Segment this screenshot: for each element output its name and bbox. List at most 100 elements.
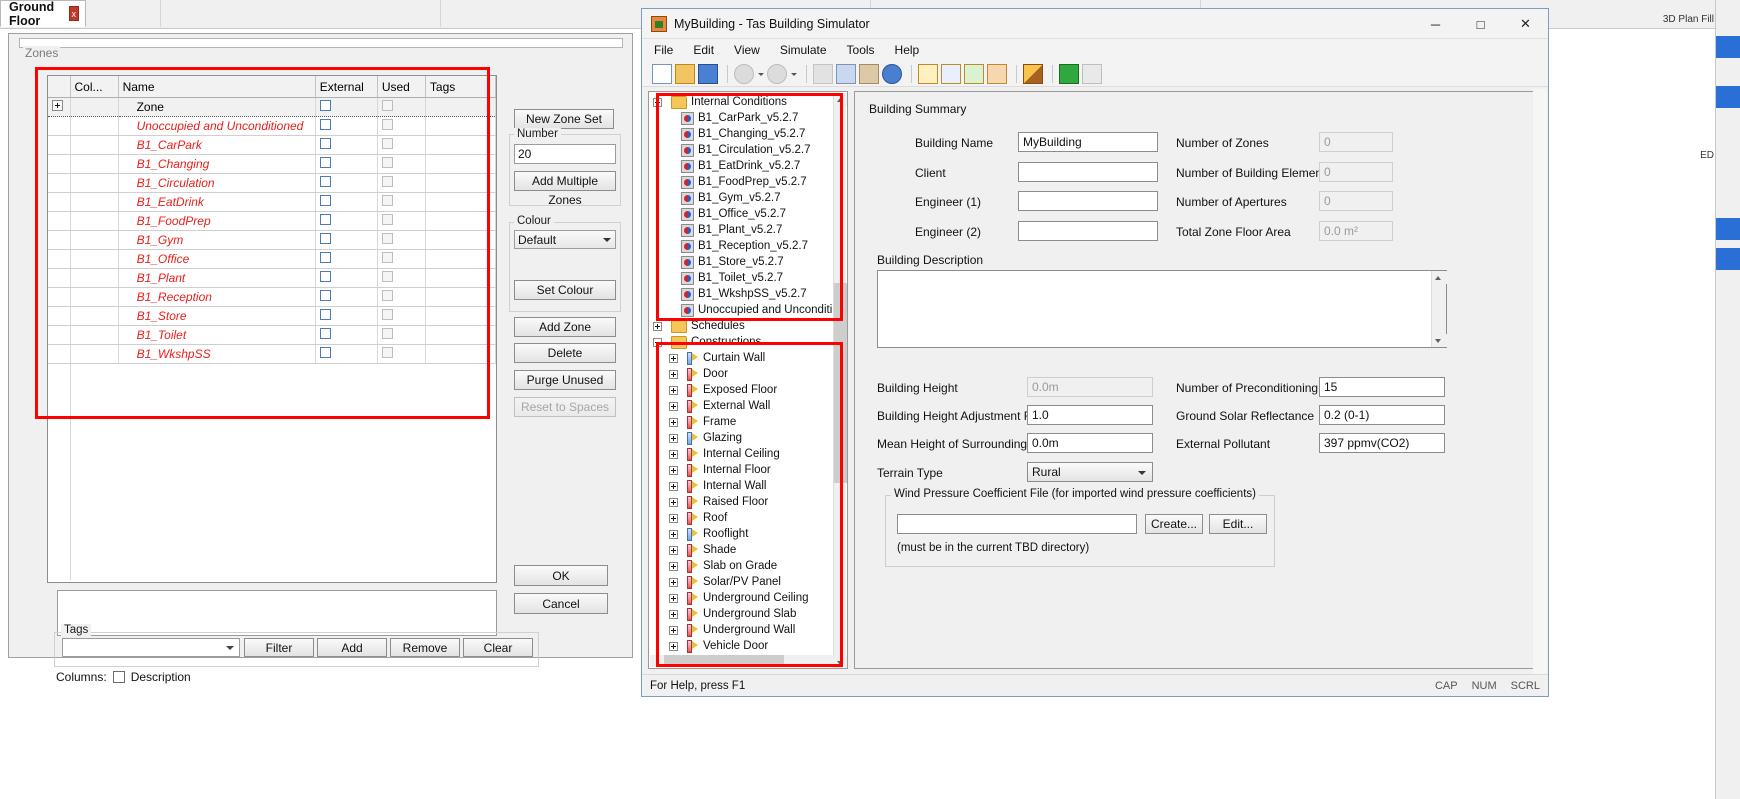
table-row[interactable]: B1_Store (48, 306, 496, 326)
table-row[interactable]: Unoccupied and Unconditioned (48, 116, 496, 136)
tree-node[interactable]: Vehicle Door (649, 638, 835, 654)
row-colour-cell[interactable] (70, 173, 119, 193)
expand-icon[interactable] (669, 417, 678, 427)
collapse-icon[interactable] (653, 337, 662, 347)
help-globe-icon[interactable] (882, 63, 902, 84)
table-row[interactable]: B1_Plant (48, 268, 496, 288)
scrollbar-thumb[interactable] (834, 283, 847, 483)
row-tags-cell[interactable] (425, 287, 496, 307)
tree-node[interactable]: B1_Plant_v5.2.7 (649, 222, 835, 238)
open-folder-icon[interactable] (675, 63, 695, 84)
row-name-cell[interactable]: B1_Circulation (118, 173, 316, 193)
number-input[interactable]: 20 (514, 144, 616, 164)
tree-node[interactable]: Solar/PV Panel (649, 574, 835, 590)
row-colour-cell[interactable] (70, 230, 119, 250)
row-colour-cell[interactable] (70, 287, 119, 307)
scrollbar-thumb[interactable] (664, 655, 784, 667)
terrain-type-select[interactable]: Rural (1027, 462, 1153, 482)
row-external-cell[interactable] (315, 287, 378, 307)
row-tags-cell[interactable] (425, 192, 496, 212)
expand-icon[interactable] (653, 321, 662, 331)
table-row[interactable]: B1_WkshpSS (48, 344, 496, 364)
cancel-button[interactable]: Cancel (514, 593, 608, 614)
tree-node[interactable]: B1_Office_v5.2.7 (649, 206, 835, 222)
new-zone-set-button[interactable]: New Zone Set (514, 109, 614, 129)
expand-icon[interactable] (669, 433, 678, 443)
purge-unused-button[interactable]: Purge Unused (514, 370, 616, 390)
zones-icon[interactable] (1023, 63, 1043, 84)
table-row[interactable]: B1_EatDrink (48, 192, 496, 212)
row-tags-cell[interactable] (425, 249, 496, 269)
tree-node[interactable]: Underground Ceiling (649, 590, 835, 606)
tags-remove-button[interactable]: Remove (390, 638, 460, 657)
row-name-cell[interactable]: B1_WkshpSS (118, 344, 316, 364)
building-height-adjustment-factor-input[interactable]: 1.0 (1027, 405, 1153, 425)
textarea-scrollbar[interactable] (1431, 271, 1447, 347)
tree-node[interactable]: Exposed Floor (649, 382, 835, 398)
row-tags-cell[interactable] (425, 306, 496, 326)
mean-height-of-surroundings-input[interactable]: 0.0m (1027, 433, 1153, 453)
tree-node[interactable]: B1_CarPark_v5.2.7 (649, 110, 835, 126)
expand-icon[interactable] (669, 609, 678, 619)
row-colour-cell[interactable] (70, 325, 119, 345)
tree-node[interactable]: Internal Ceiling (649, 446, 835, 462)
client-input[interactable] (1018, 162, 1158, 182)
row-tags-cell[interactable] (425, 325, 496, 345)
row-external-cell[interactable] (315, 230, 378, 250)
collapse-icon[interactable] (653, 97, 662, 107)
menu-item-tools[interactable]: Tools (847, 43, 875, 57)
row-colour-cell[interactable] (70, 135, 119, 155)
paste-icon[interactable] (859, 63, 879, 84)
tree-node[interactable]: Schedules (649, 318, 835, 334)
expand-icon[interactable] (669, 641, 678, 651)
external-checkbox[interactable] (319, 195, 331, 206)
row-external-cell[interactable] (315, 192, 378, 212)
menu-item-view[interactable]: View (734, 43, 760, 57)
scroll-down-icon[interactable] (1432, 334, 1447, 347)
external-checkbox[interactable] (319, 328, 331, 339)
table-row[interactable]: B1_CarPark (48, 135, 496, 155)
row-tags-cell[interactable] (425, 116, 496, 136)
tags-select[interactable] (62, 638, 240, 657)
row-external-cell[interactable] (315, 154, 378, 174)
row-external-cell[interactable] (315, 268, 378, 288)
row-tags-cell[interactable] (425, 211, 496, 231)
row-name-cell[interactable]: B1_Toilet (118, 325, 316, 345)
description-checkbox[interactable] (112, 671, 125, 683)
scroll-up-icon[interactable] (1432, 271, 1447, 284)
row-name-cell[interactable]: B1_FoodPrep (118, 211, 316, 231)
tags-filter-button[interactable]: Filter (244, 638, 314, 657)
external-checkbox[interactable] (319, 100, 331, 111)
table-row[interactable]: B1_FoodPrep (48, 211, 496, 231)
external-checkbox[interactable] (319, 157, 331, 168)
menu-item-edit[interactable]: Edit (693, 43, 714, 57)
row-name-cell[interactable]: Zone (118, 97, 316, 117)
calendar-icon[interactable] (964, 63, 984, 84)
expand-icon[interactable] (669, 529, 678, 539)
scroll-up-icon[interactable] (834, 93, 847, 106)
expand-icon[interactable] (669, 465, 678, 475)
preconditioning-days-input[interactable]: 15 (1319, 377, 1445, 397)
tree-node[interactable]: Curtain Wall (649, 350, 835, 366)
tree-node[interactable]: Frame (649, 414, 835, 430)
row-colour-cell[interactable] (70, 97, 119, 117)
table-row[interactable]: B1_Office (48, 249, 496, 269)
row-colour-cell[interactable] (70, 344, 119, 364)
set-colour-button[interactable]: Set Colour (514, 280, 616, 300)
tree-node[interactable]: Unoccupied and Unconditi (649, 302, 835, 318)
add-zone-button[interactable]: Add Zone (514, 317, 616, 337)
tab-ground-floor[interactable]: Ground Floor x (0, 0, 86, 28)
tree-node[interactable]: Internal Floor (649, 462, 835, 478)
row-tags-cell[interactable] (425, 154, 496, 174)
tags-add-button[interactable]: Add (317, 638, 387, 657)
row-colour-cell[interactable] (70, 211, 119, 231)
zones-grid[interactable]: Col... Name External Used Tags Zone Unocc… (47, 75, 497, 583)
row-name-cell[interactable]: B1_Gym (118, 230, 316, 250)
tree-node[interactable]: Shade (649, 542, 835, 558)
expand-icon[interactable] (669, 593, 678, 603)
tags-clear-button[interactable]: Clear (463, 638, 533, 657)
tree-node[interactable]: Underground Slab (649, 606, 835, 622)
expand-icon[interactable] (669, 561, 678, 571)
header-name[interactable]: Name (118, 76, 316, 98)
expand-icon[interactable] (52, 100, 63, 111)
